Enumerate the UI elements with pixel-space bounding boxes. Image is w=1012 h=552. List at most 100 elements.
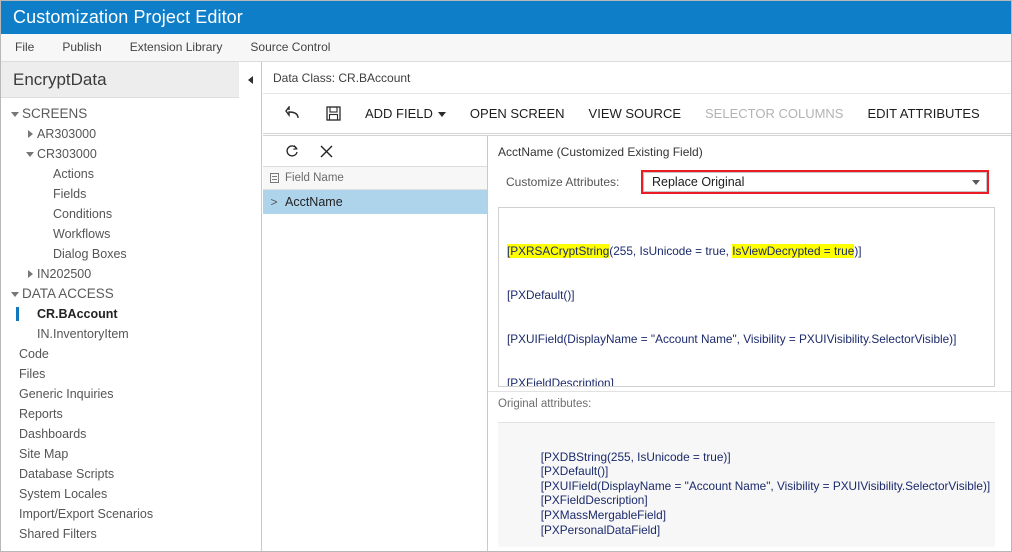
tree-item-label: CR303000 (37, 147, 97, 161)
tree-item-site-map[interactable]: Site Map (1, 444, 261, 464)
tree-item-label: AR303000 (37, 127, 97, 141)
tree-item-generic-inquiries[interactable]: Generic Inquiries (1, 384, 261, 404)
highlight-isviewdecrypted: IsViewDecrypted = true (732, 244, 855, 259)
customize-attributes-dropdown[interactable]: Replace Original (643, 172, 987, 192)
tree-item-dialog-boxes[interactable]: Dialog Boxes (1, 244, 261, 264)
edit-attributes-button[interactable]: EDIT ATTRIBUTES (855, 94, 991, 134)
tree-item-import-export-scenarios[interactable]: Import/Export Scenarios (1, 504, 261, 524)
original-attributes-box: [PXDBString(255, IsUnicode = true)] [PXD… (498, 422, 995, 547)
original-attributes-label: Original attributes: (498, 398, 592, 410)
add-field-label: ADD FIELD (365, 105, 433, 121)
attribute-line: [PXRSACryptString(255, IsUnicode = true,… (507, 244, 862, 259)
menu-item-publish[interactable]: Publish (48, 34, 115, 61)
original-attribute-line: [PXDBString(255, IsUnicode = true)] (540, 449, 731, 464)
project-header: EncryptData (1, 62, 261, 98)
data-class-bar: Data Class: CR.BAccount (263, 62, 1011, 94)
tree-item-system-locales[interactable]: System Locales (1, 484, 261, 504)
field-details-heading: AcctName (Customized Existing Field) (498, 145, 703, 159)
tree-item-in202500[interactable]: IN202500 (1, 264, 261, 284)
tree-item-code[interactable]: Code (1, 344, 261, 364)
menu-item-source-control[interactable]: Source Control (236, 34, 344, 61)
highlight-pxrsacryptstring: [PXRSACryptString (507, 244, 610, 259)
work-area: Field Name > AcctName AcctName (Customiz… (263, 135, 1011, 551)
main-content: Data Class: CR.BAccount ADD FIELD OPEN S… (263, 62, 1011, 551)
project-sidebar: EncryptData SCREENS AR303000 CR303000 Ac… (1, 62, 262, 551)
add-field-button[interactable]: ADD FIELD (353, 94, 458, 134)
attributes-editor[interactable]: [PXRSACryptString(255, IsUnicode = true,… (498, 207, 995, 387)
field-list-panel: Field Name > AcctName (263, 135, 488, 551)
tree-item-conditions[interactable]: Conditions (1, 204, 261, 224)
tree-item-cr303000[interactable]: CR303000 (1, 144, 261, 164)
tree-item-workflows[interactable]: Workflows (1, 224, 261, 244)
customize-attributes-highlight: Replace Original (641, 170, 989, 194)
tree-item-screens[interactable]: SCREENS (1, 104, 261, 124)
project-name: EncryptData (13, 69, 107, 89)
tree-item-data-access[interactable]: DATA ACCESS (1, 284, 261, 304)
table-row[interactable]: > AcctName (263, 190, 487, 214)
tree-item-actions[interactable]: Actions (1, 164, 261, 184)
tree-item-label: Site Map (19, 447, 69, 461)
chevron-down-icon[interactable] (8, 111, 22, 117)
tree-item-label: Conditions (53, 207, 113, 221)
menu-item-extension-library[interactable]: Extension Library (116, 34, 237, 61)
sidebar-collapse-button[interactable] (239, 62, 261, 98)
tree-item-ar303000[interactable]: AR303000 (1, 124, 261, 144)
refresh-icon[interactable] (275, 136, 309, 166)
original-attribute-line: [PXMassMergableField] (540, 507, 667, 522)
chevron-down-icon[interactable] (23, 151, 37, 157)
tree-item-label: Workflows (53, 227, 111, 241)
undo-icon[interactable] (273, 94, 313, 134)
tree-item-label: Dashboards (19, 427, 87, 441)
tree-item-fields[interactable]: Fields (1, 184, 261, 204)
tree-item-database-scripts[interactable]: Database Scripts (1, 464, 261, 484)
tree-item-label: CR.BAccount (37, 307, 118, 321)
chevron-right-icon[interactable] (23, 270, 37, 278)
tree-item-shared-filters[interactable]: Shared Filters (1, 524, 261, 544)
tree-item-label: Fields (53, 187, 87, 201)
chevron-down-icon (972, 179, 980, 185)
tree-item-label: Actions (53, 167, 94, 181)
tree-item-label: System Locales (19, 487, 108, 501)
original-attribute-line: [PXUIField(DisplayName = "Account Name",… (540, 478, 991, 493)
tree-item-cr-baccount[interactable]: CR.BAccount (1, 304, 261, 324)
chevron-down-icon[interactable] (8, 291, 22, 297)
tree-item-label: DATA ACCESS (22, 286, 114, 301)
menu-item-file[interactable]: File (1, 34, 48, 61)
selector-columns-button: SELECTOR COLUMNS (705, 105, 844, 121)
attribute-line: [PXFieldDescription] (507, 375, 614, 387)
tree-item-label: Database Scripts (19, 467, 115, 481)
tree-item-label: Reports (19, 407, 63, 421)
field-name-cell: AcctName (285, 195, 343, 209)
tree-item-label: Code (19, 347, 49, 361)
customization-project-editor-window: Customization Project Editor File Publis… (0, 0, 1012, 552)
customize-attributes-value: Replace Original (652, 175, 745, 189)
tree-item-label: SCREENS (22, 106, 88, 121)
action-toolbar: ADD FIELD OPEN SCREEN VIEW SOURCE SELECT… (263, 94, 1011, 134)
window-title-bar: Customization Project Editor (1, 1, 1011, 34)
chevron-right-icon[interactable] (23, 130, 37, 138)
tree-item-label: Dialog Boxes (53, 247, 127, 261)
tree-item-reports[interactable]: Reports (1, 404, 261, 424)
data-class-label: Data Class: CR.BAccount (273, 70, 411, 85)
tree-item-label: Shared Filters (19, 527, 97, 541)
chevron-down-icon (437, 111, 446, 117)
expand-row-icon[interactable]: > (263, 195, 285, 209)
tree-item-in-inventoryitem[interactable]: IN.InventoryItem (1, 324, 261, 344)
chevron-left-icon (247, 76, 253, 84)
original-attribute-line: [PXPersonalDataField] (540, 522, 661, 537)
attribute-line: [PXDefault()] (507, 287, 575, 302)
save-floppy-icon[interactable] (313, 94, 353, 134)
customize-attributes-row: Customize Attributes: Replace Original (488, 167, 1011, 197)
tree-item-label: Files (19, 367, 46, 381)
field-list-header: Field Name (263, 167, 487, 190)
tree-item-label: IN.InventoryItem (37, 327, 129, 341)
tree-item-files[interactable]: Files (1, 364, 261, 384)
details-divider (488, 391, 1011, 392)
open-screen-button[interactable]: OPEN SCREEN (458, 94, 577, 134)
grid-settings-icon[interactable] (263, 173, 285, 183)
close-x-icon[interactable] (309, 136, 343, 166)
field-list-toolbar (263, 136, 487, 167)
view-source-button[interactable]: VIEW SOURCE (577, 94, 693, 134)
tree-item-label: Import/Export Scenarios (19, 507, 154, 521)
tree-item-dashboards[interactable]: Dashboards (1, 424, 261, 444)
